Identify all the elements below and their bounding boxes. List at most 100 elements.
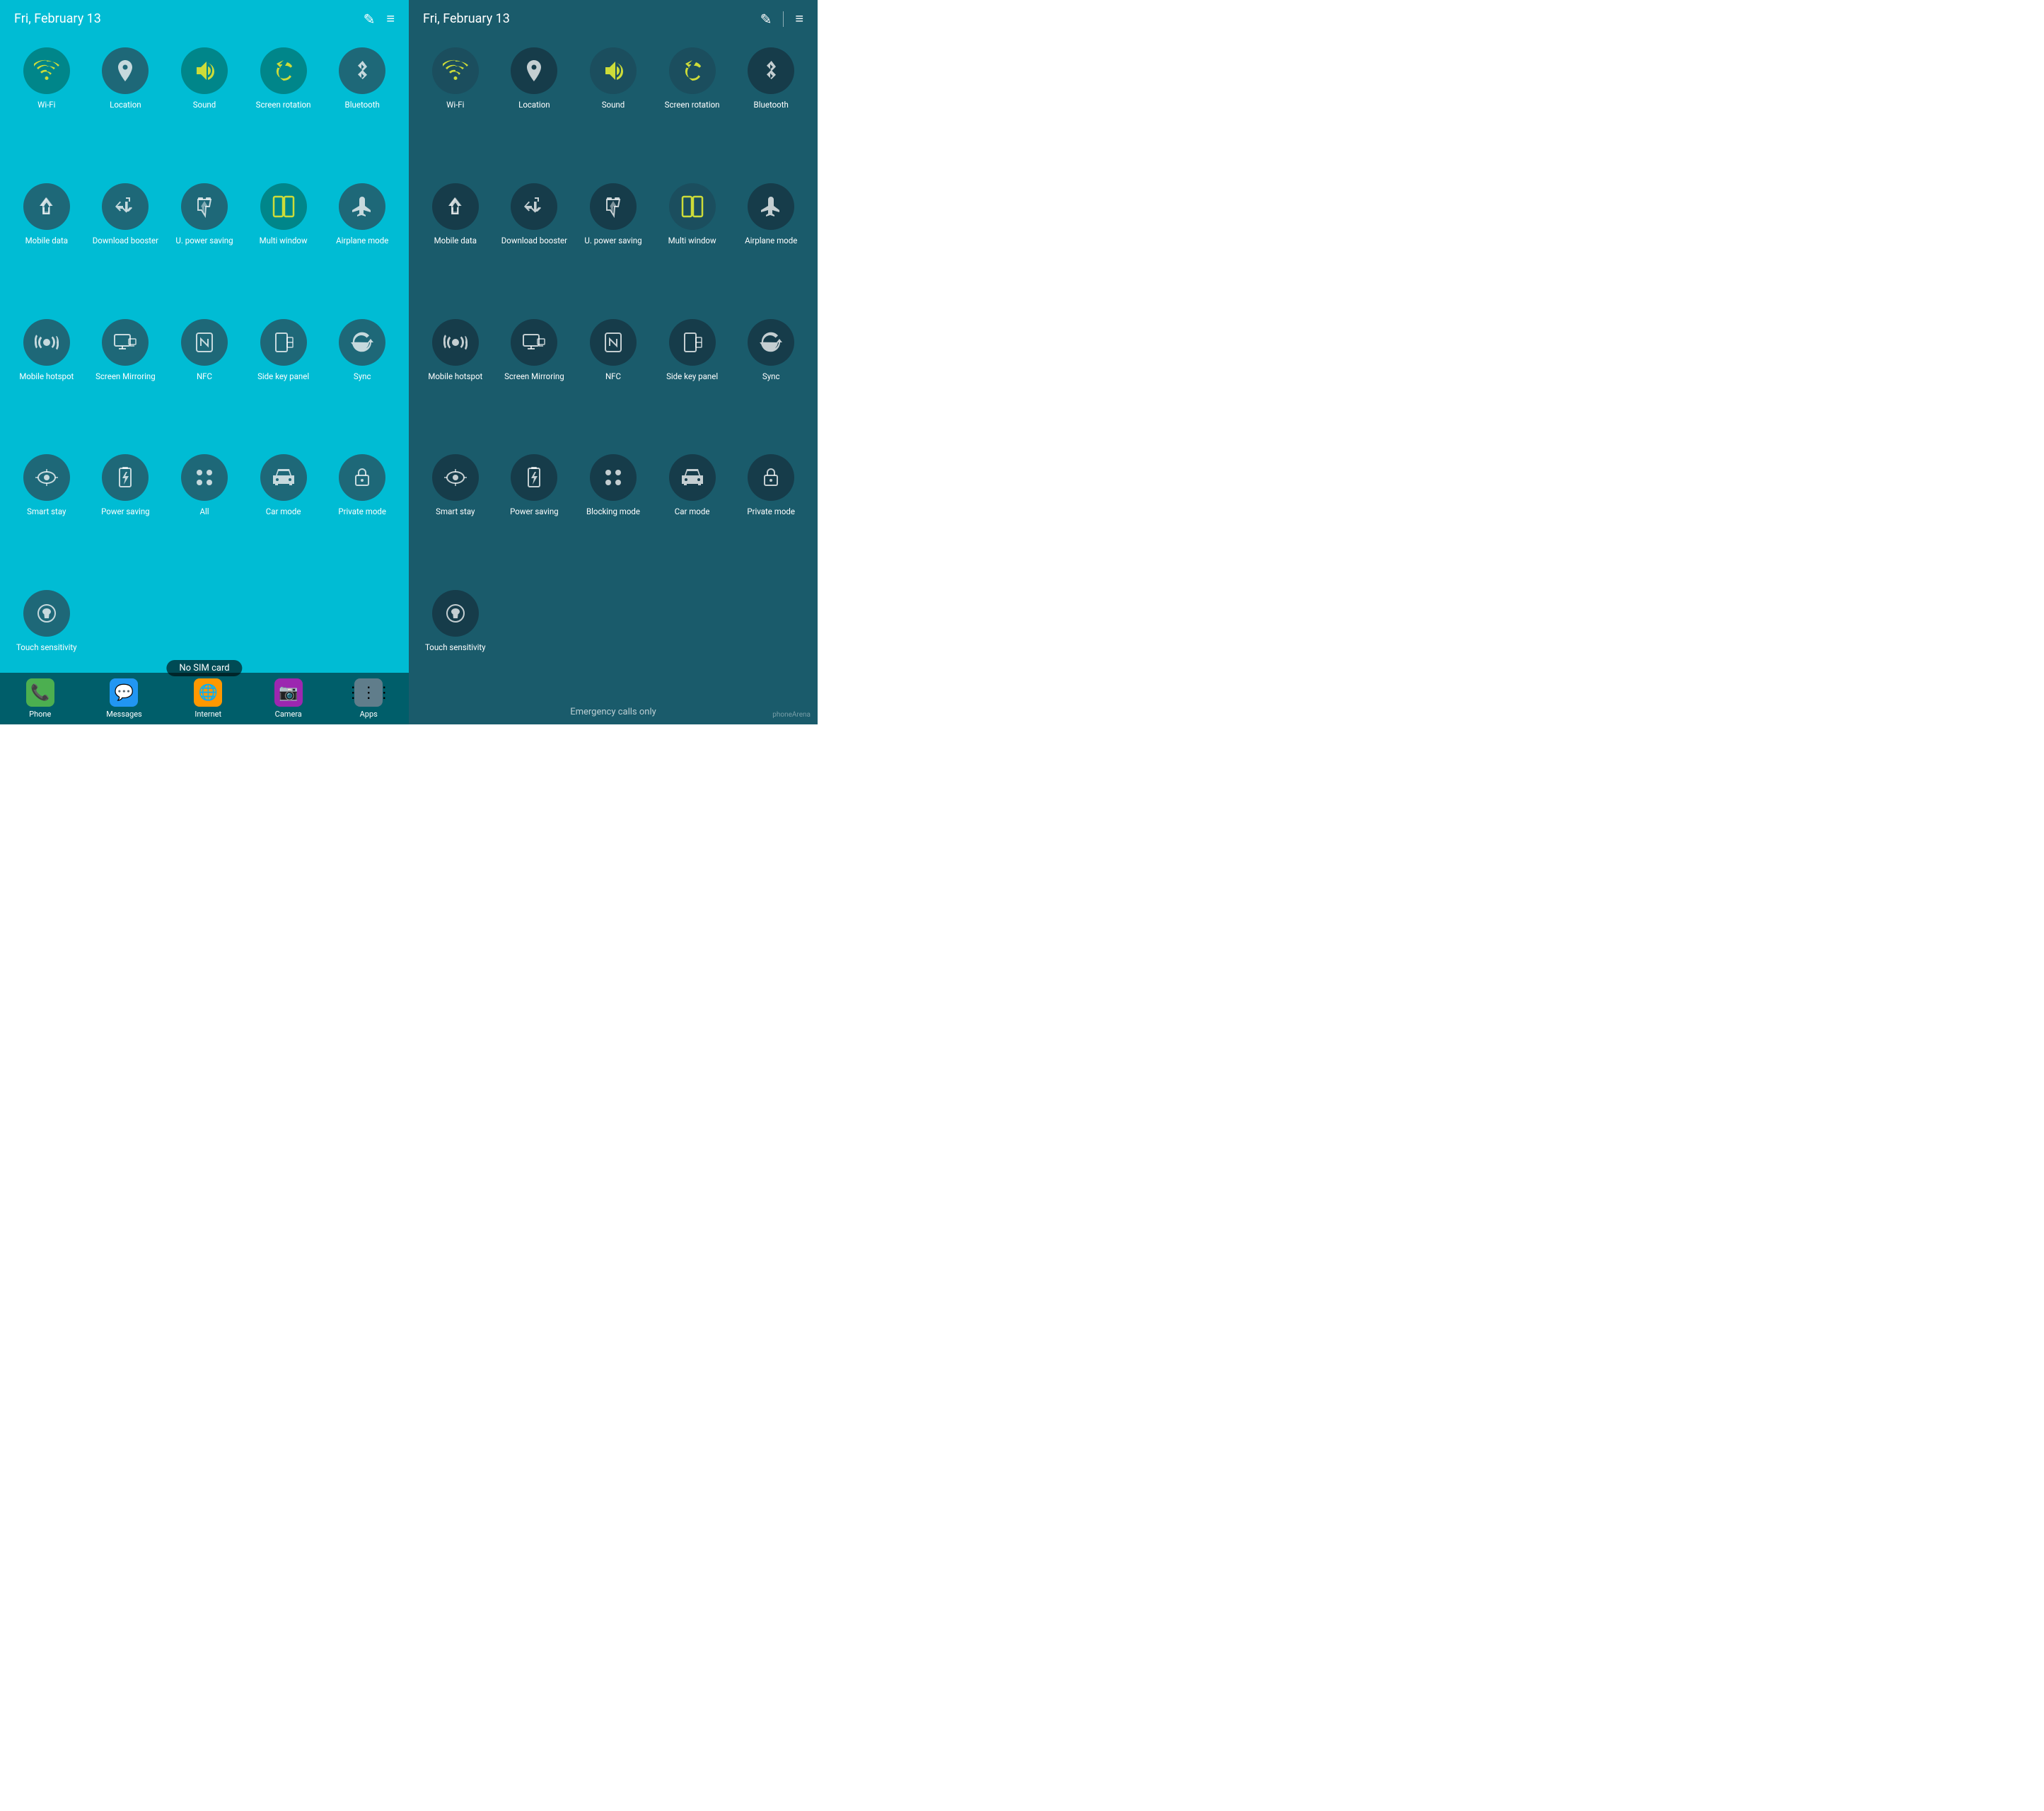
multi-window-label: Multi window <box>260 236 308 246</box>
bottom-bar: 📞 Phone 💬 Messages 🌐 Internet 📷 Camera ⋮… <box>0 673 409 724</box>
location-circle <box>511 47 557 94</box>
bottom-camera[interactable]: 📷 Camera <box>274 678 303 719</box>
bottom-phone[interactable]: 📞 Phone <box>26 678 54 719</box>
qs-bluetooth[interactable]: Bluetooth <box>323 40 402 176</box>
messages-icon: 💬 <box>110 678 138 707</box>
qs-sound[interactable]: Sound <box>165 40 244 176</box>
airplane-circle <box>339 183 385 230</box>
bottom-internet[interactable]: 🌐 Internet <box>194 678 222 719</box>
qs-power-saving[interactable]: Power saving <box>86 447 166 583</box>
left-edit-icon[interactable]: ✎ <box>364 11 376 28</box>
location-circle <box>102 47 149 94</box>
u-power-label: U. power saving <box>584 236 641 246</box>
qs-touch-sensitivity[interactable]: Touch sensitivity <box>416 583 495 719</box>
side-key-label: Side key panel <box>666 371 718 382</box>
bluetooth-circle <box>339 47 385 94</box>
qs-screen-mirroring[interactable]: Screen Mirroring <box>86 312 166 448</box>
qs-multi-window[interactable]: Multi window <box>244 176 323 312</box>
car-mode-label: Car mode <box>266 507 301 517</box>
qs-u-power[interactable]: U. power saving <box>165 176 244 312</box>
power-saving-circle <box>511 454 557 501</box>
qs-screen-rotation[interactable]: Screen rotation <box>653 40 732 176</box>
qs-airplane[interactable]: Airplane mode <box>323 176 402 312</box>
u-power-circle <box>181 183 228 230</box>
qs-nfc[interactable]: NFC <box>574 312 653 448</box>
qs-u-power[interactable]: U. power saving <box>574 176 653 312</box>
side-key-label: Side key panel <box>257 371 309 382</box>
qs-blocking-mode[interactable]: Blocking mode <box>574 447 653 583</box>
qs-sync[interactable]: Sync <box>731 312 811 448</box>
sync-label: Sync <box>354 371 371 382</box>
qs-sound[interactable]: Sound <box>574 40 653 176</box>
qs-mobile-hotspot[interactable]: Mobile hotspot <box>7 312 86 448</box>
qs-wifi[interactable]: Wi-Fi <box>7 40 86 176</box>
qs-sync[interactable]: Sync <box>323 312 402 448</box>
mobile-hotspot-label: Mobile hotspot <box>428 371 482 382</box>
screen-mirroring-circle <box>102 319 149 366</box>
qs-location[interactable]: Location <box>86 40 166 176</box>
sound-circle <box>181 47 228 94</box>
qs-side-key[interactable]: Side key panel <box>244 312 323 448</box>
qs-bluetooth[interactable]: Bluetooth <box>731 40 811 176</box>
qs-download-booster[interactable]: Download booster <box>495 176 574 312</box>
qs-multi-window[interactable]: Multi window <box>653 176 732 312</box>
qs-private-mode[interactable]: Private mode <box>731 447 811 583</box>
car-mode-label: Car mode <box>675 507 710 517</box>
nfc-label: NFC <box>605 371 621 382</box>
wifi-label: Wi-Fi <box>37 100 55 110</box>
right-panel: Fri, February 13 ✎ ≡ Wi-FiLocationSound S… <box>409 0 818 724</box>
qs-smart-stay[interactable]: Smart stay <box>416 447 495 583</box>
all-label: All <box>199 507 209 517</box>
location-label: Location <box>110 100 141 110</box>
left-header: Fri, February 13 ✎ ≡ <box>0 0 409 35</box>
screen-rotation-circle <box>669 47 716 94</box>
qs-mobile-hotspot[interactable]: Mobile hotspot <box>416 312 495 448</box>
multi-window-label: Multi window <box>668 236 716 246</box>
camera-icon: 📷 <box>274 678 303 707</box>
screen-rotation-label: Screen rotation <box>256 100 311 110</box>
right-quick-grid: Wi-FiLocationSound Screen rotation Bluetoo… <box>409 35 818 724</box>
qs-airplane[interactable]: Airplane mode <box>731 176 811 312</box>
private-mode-label: Private mode <box>338 507 386 517</box>
right-edit-icon[interactable]: ✎ <box>760 11 772 28</box>
right-header-icons: ✎ ≡ <box>760 10 803 28</box>
qs-location[interactable]: Location <box>495 40 574 176</box>
qs-private-mode[interactable]: Private mode <box>323 447 402 583</box>
qs-screen-rotation[interactable]: Screen rotation <box>244 40 323 176</box>
bottom-apps[interactable]: ⋮⋮⋮ Apps <box>354 678 383 719</box>
screen-mirroring-label: Screen Mirroring <box>95 371 156 382</box>
screen-mirroring-circle <box>511 319 557 366</box>
qs-mobile-data[interactable]: Mobile data <box>416 176 495 312</box>
sync-circle <box>339 319 385 366</box>
phone-label: Phone <box>29 710 51 719</box>
car-mode-circle <box>669 454 716 501</box>
blocking-mode-label: Blocking mode <box>586 507 640 517</box>
qs-side-key[interactable]: Side key panel <box>653 312 732 448</box>
qs-screen-mirroring[interactable]: Screen Mirroring <box>495 312 574 448</box>
screen-rotation-label: Screen rotation <box>665 100 720 110</box>
smart-stay-circle <box>432 454 479 501</box>
power-saving-label: Power saving <box>510 507 559 517</box>
bottom-messages[interactable]: 💬 Messages <box>106 678 141 719</box>
qs-nfc[interactable]: NFC <box>165 312 244 448</box>
screen-mirroring-label: Screen Mirroring <box>504 371 564 382</box>
u-power-circle <box>590 183 637 230</box>
qs-wifi[interactable]: Wi-Fi <box>416 40 495 176</box>
qs-car-mode[interactable]: Car mode <box>653 447 732 583</box>
qs-smart-stay[interactable]: Smart stay <box>7 447 86 583</box>
phone-icon: 📞 <box>26 678 54 707</box>
right-date: Fri, February 13 <box>423 11 510 26</box>
right-menu-icon[interactable]: ≡ <box>795 10 803 28</box>
left-date: Fri, February 13 <box>14 11 101 26</box>
emergency-bar: Emergency calls only <box>409 700 818 724</box>
internet-label: Internet <box>194 710 221 719</box>
qs-mobile-data[interactable]: Mobile data <box>7 176 86 312</box>
qs-power-saving[interactable]: Power saving <box>495 447 574 583</box>
sync-circle <box>748 319 794 366</box>
qs-download-booster[interactable]: Download booster <box>86 176 166 312</box>
touch-sensitivity-label: Touch sensitivity <box>16 642 77 653</box>
apps-label: Apps <box>360 710 378 719</box>
qs-car-mode[interactable]: Car mode <box>244 447 323 583</box>
left-menu-icon[interactable]: ≡ <box>386 10 395 28</box>
qs-all[interactable]: All <box>165 447 244 583</box>
